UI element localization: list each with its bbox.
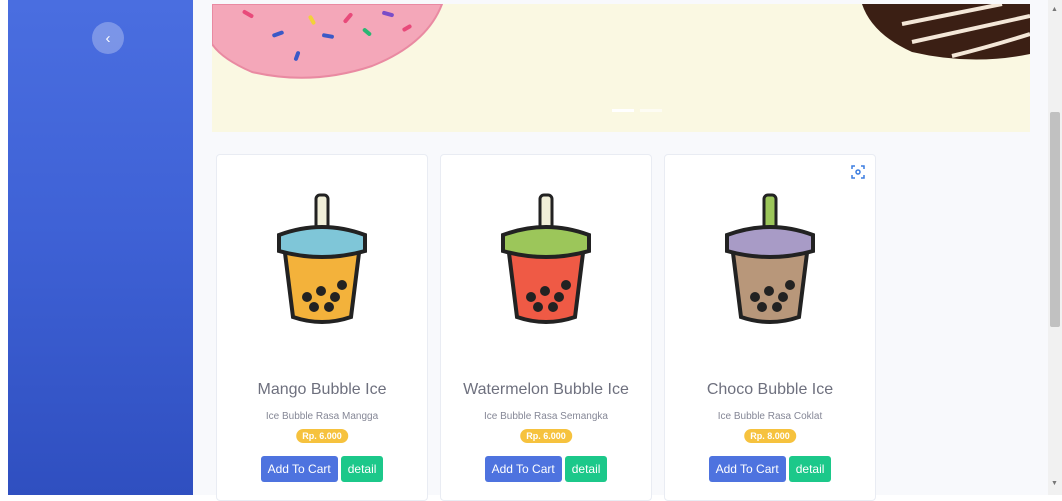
image-search-icon[interactable] (851, 165, 865, 179)
product-description: Ice Bubble Rasa Mangga (265, 411, 379, 422)
price-badge: Rp. 6.000 (520, 429, 572, 443)
main-content: Mango Bubble Ice Ice Bubble Rasa Mangga … (193, 0, 1048, 501)
add-to-cart-button[interactable]: Add To Cart (708, 456, 786, 482)
bubble-tea-image (501, 193, 591, 324)
add-to-cart-button[interactable]: Add To Cart (484, 456, 562, 482)
price-badge: Rp. 8.000 (744, 429, 796, 443)
scroll-up-arrow-icon[interactable]: ▲ (1051, 6, 1058, 13)
product-card: Mango Bubble Ice Ice Bubble Rasa Mangga … (216, 154, 428, 501)
detail-button[interactable]: detail (788, 456, 832, 482)
product-name: Choco Bubble Ice (706, 381, 834, 398)
carousel-banner (212, 4, 1030, 132)
sidebar: ‹ (8, 0, 193, 495)
sidebar-toggle-button[interactable]: ‹ (92, 22, 124, 54)
scrollbar-thumb[interactable] (1050, 112, 1060, 327)
product-card: Watermelon Bubble Ice Ice Bubble Rasa Se… (440, 154, 652, 501)
price-badge: Rp. 6.000 (296, 429, 348, 443)
carousel-indicators (612, 109, 662, 112)
detail-button[interactable]: detail (564, 456, 608, 482)
add-to-cart-button[interactable]: Add To Cart (260, 456, 338, 482)
vertical-scrollbar[interactable]: ▲ ▼ (1048, 0, 1062, 495)
product-name: Mango Bubble Ice (257, 381, 387, 398)
bubble-tea-image (725, 193, 815, 324)
product-name: Watermelon Bubble Ice (463, 381, 629, 398)
detail-button[interactable]: detail (340, 456, 384, 482)
donut-banner-image (212, 4, 1030, 79)
scroll-down-arrow-icon[interactable]: ▼ (1051, 480, 1058, 487)
bubble-tea-image (277, 193, 367, 324)
product-description: Ice Bubble Rasa Semangka (484, 411, 608, 422)
carousel-indicator[interactable] (640, 109, 662, 112)
chevron-left-icon: ‹ (105, 29, 111, 47)
product-card: Choco Bubble Ice Ice Bubble Rasa Coklat … (664, 154, 876, 501)
product-description: Ice Bubble Rasa Coklat (717, 411, 823, 422)
carousel-indicator[interactable] (612, 109, 634, 112)
